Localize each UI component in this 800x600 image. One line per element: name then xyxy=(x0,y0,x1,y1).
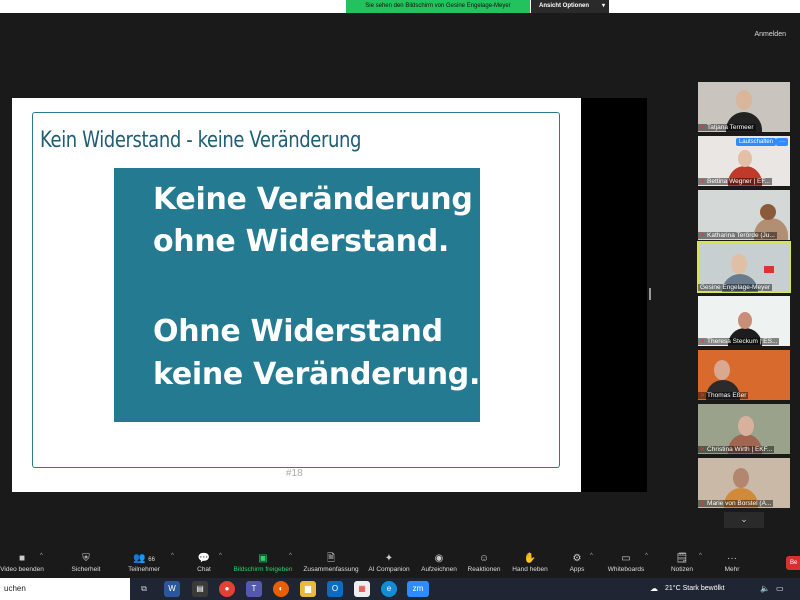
calendar-app-icon[interactable]: ▦ xyxy=(354,581,370,597)
video-icon: ■ xyxy=(18,553,26,564)
end-meeting-button[interactable]: Be xyxy=(786,556,800,570)
security-button[interactable]: ⛨ Sicherheit xyxy=(66,550,106,578)
participants-button[interactable]: 👥 66 Teilnehmer xyxy=(124,550,164,578)
more-options-button[interactable]: ··· xyxy=(776,138,788,146)
scroll-down-button[interactable]: ⌄ xyxy=(724,512,764,528)
mic-muted-icon: ✕ xyxy=(700,233,706,239)
mic-muted-icon: ✕ xyxy=(700,125,706,131)
ai-companion-button[interactable]: ✦ AI Companion xyxy=(366,550,412,578)
whiteboard-icon: ▭ xyxy=(621,553,631,564)
summary-icon: 🗎 xyxy=(326,553,336,564)
reactions-button[interactable]: ☺ Reaktionen xyxy=(464,550,504,578)
people-icon: 👥 66 xyxy=(133,553,155,564)
mic-muted-icon: ✕ xyxy=(700,447,706,453)
weather-icon[interactable]: ☁ xyxy=(650,578,658,600)
shield-icon: ⛨ xyxy=(82,553,90,564)
slide-title: Kein Widerstand - keine Veränderung xyxy=(40,128,362,153)
speaker-icon[interactable]: 🔈 xyxy=(760,578,770,600)
zoom-icon[interactable]: zm xyxy=(407,581,429,597)
unmute-button[interactable]: Lautschalten xyxy=(735,138,776,146)
reaction-icon: ☺ xyxy=(478,553,490,564)
participant-tile-active-speaker[interactable]: Gesine Engelage-Meyer xyxy=(697,241,791,293)
participant-name: ✕ Bettina Wegner | EF... xyxy=(698,178,773,185)
apps-button[interactable]: ⚙ Apps xyxy=(562,550,592,578)
participant-tile[interactable]: ✕ Tatjana Termeer xyxy=(698,82,790,132)
view-options-button[interactable]: Ansicht Optionen ▾ xyxy=(531,0,609,13)
participant-name: ✕ Katharina Terörde (Ju... xyxy=(698,232,777,239)
notes-options-caret[interactable]: ^ xyxy=(699,553,702,559)
slide-number: #18 xyxy=(286,468,303,479)
chevron-down-icon: ⌄ xyxy=(740,514,748,524)
participant-name: ✕ Thomas Eßer xyxy=(698,392,749,399)
chat-icon: 💬 xyxy=(197,553,211,564)
teams-icon[interactable]: T xyxy=(246,581,262,597)
taskbar-search[interactable]: uchen xyxy=(0,578,130,600)
mic-muted-icon: ✕ xyxy=(700,339,706,345)
quote-line: Keine Veränderung xyxy=(153,182,473,217)
participant-tile[interactable]: ✕ Theresa Steckum | ES... xyxy=(698,296,790,346)
view-options-label: Ansicht Optionen xyxy=(539,3,589,9)
quote-line: ohne Widerstand. xyxy=(153,224,449,259)
mic-muted-icon: ✕ xyxy=(700,393,706,399)
participant-tile[interactable]: ✕ Marie von Borstel (A... xyxy=(698,458,790,508)
participant-tile[interactable]: ✕ Thomas Eßer xyxy=(698,350,790,400)
top-bar: Sie sehen den Bildschirm von Gesine Enge… xyxy=(0,0,800,13)
stop-video-button[interactable]: ■ Video beenden xyxy=(0,550,44,578)
mic-muted-icon: ✕ xyxy=(700,501,706,507)
store-icon[interactable]: ▤ xyxy=(192,581,208,597)
shared-screen: Kein Widerstand - keine Veränderung Kein… xyxy=(12,98,647,492)
resize-handle[interactable] xyxy=(649,288,651,300)
background-object xyxy=(764,266,774,273)
windows-taskbar: uchen ⧉ W ▤ ● T ◐ ▆ O ▦ e zm ☁ 21°C Star… xyxy=(0,578,800,600)
participant-name: ✕ Theresa Steckum | ES... xyxy=(698,338,780,345)
mic-muted-icon: ✕ xyxy=(700,179,706,185)
apps-icon: ⚙ xyxy=(572,553,582,564)
task-view-icon[interactable]: ⧉ xyxy=(136,581,152,597)
share-options-caret[interactable]: ^ xyxy=(289,553,292,559)
participant-tile[interactable]: ✕ Katharina Terörde (Ju... xyxy=(698,190,790,240)
more-button[interactable]: ··· Mehr xyxy=(716,550,748,578)
chrome-icon[interactable]: ● xyxy=(219,581,235,597)
quote-line: keine Veränderung. xyxy=(153,357,481,392)
participant-name: Gesine Engelage-Meyer xyxy=(698,284,773,291)
notes-button[interactable]: 🗒 Notizen xyxy=(664,550,700,578)
presentation-slide: Kein Widerstand - keine Veränderung Kein… xyxy=(12,98,581,492)
apps-options-caret[interactable]: ^ xyxy=(590,553,593,559)
chevron-down-icon: ▾ xyxy=(601,3,605,9)
outlook-icon[interactable]: O xyxy=(327,581,343,597)
participant-name: ✕ Tatjana Termeer xyxy=(698,124,756,131)
participant-tile[interactable]: Lautschalten ··· ✕ Bettina Wegner | EF... xyxy=(698,136,790,186)
participant-name: ✕ Marie von Borstel (A... xyxy=(698,500,774,507)
participants-options-caret[interactable]: ^ xyxy=(171,553,174,559)
more-icon: ··· xyxy=(727,553,737,564)
participant-name: ✕ Christina Wirth | EKF... xyxy=(698,446,775,453)
word-icon[interactable]: W xyxy=(164,581,180,597)
record-icon: ◉ xyxy=(434,553,444,564)
weather-text[interactable]: 21°C Stark bewölkt xyxy=(665,578,725,600)
quote-box: Keine Veränderung ohne Widerstand. Ohne … xyxy=(114,168,480,422)
login-link[interactable]: Anmelden xyxy=(754,31,786,38)
firefox-icon[interactable]: ◐ xyxy=(273,581,289,597)
video-options-caret[interactable]: ^ xyxy=(40,553,43,559)
hand-icon: ✋ xyxy=(523,553,537,564)
notes-icon: 🗒 xyxy=(675,553,689,564)
share-screen-button[interactable]: ▣ Bildschirm freigeben xyxy=(232,550,294,578)
share-screen-icon: ▣ xyxy=(258,553,268,564)
chat-options-caret[interactable]: ^ xyxy=(219,553,222,559)
participant-tile[interactable]: ✕ Christina Wirth | EKF... xyxy=(698,404,790,454)
record-button[interactable]: ◉ Aufzeichnen xyxy=(418,550,460,578)
file-explorer-icon[interactable]: ▆ xyxy=(300,581,316,597)
summary-button[interactable]: 🗎 Zusammenfassung xyxy=(302,550,360,578)
raise-hand-button[interactable]: ✋ Hand heben xyxy=(510,550,550,578)
sparkle-icon: ✦ xyxy=(384,553,394,564)
quote-line: Ohne Widerstand xyxy=(153,314,443,349)
chat-button[interactable]: 💬 Chat xyxy=(186,550,222,578)
whiteboards-options-caret[interactable]: ^ xyxy=(645,553,648,559)
sharing-banner: Sie sehen den Bildschirm von Gesine Enge… xyxy=(346,0,530,13)
whiteboards-button[interactable]: ▭ Whiteboards xyxy=(604,550,648,578)
edge-icon[interactable]: e xyxy=(381,581,397,597)
meeting-toolbar: ■ Video beenden ^ ⛨ Sicherheit 👥 66 Teilneh… xyxy=(0,550,800,578)
network-icon[interactable]: ▭ xyxy=(776,578,784,600)
